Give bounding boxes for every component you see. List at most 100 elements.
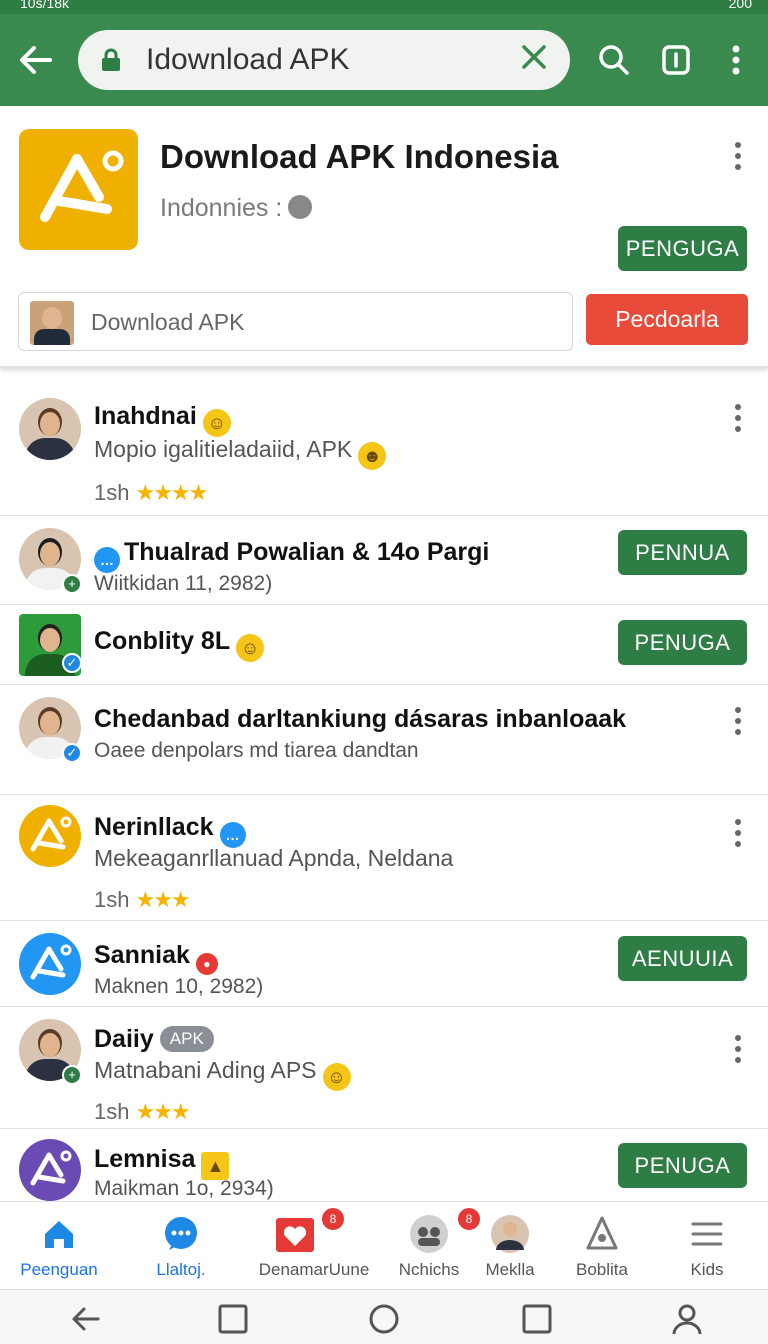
list-item[interactable]: Sanniak ● Maknen 10, 2982) AENUUIA (0, 921, 768, 1007)
item-title: Lemnisa ▲ (94, 1145, 230, 1180)
list-item[interactable]: + … Thualrad Powalian & 14o Pargi Wiitkid… (0, 516, 768, 605)
item-more-button[interactable] (728, 1035, 748, 1069)
app-subtitle-text: Indonnies : (160, 194, 283, 222)
add-badge-icon: + (62, 574, 82, 594)
nav-label: Kids (690, 1260, 724, 1279)
app-title: Download APK Indonesia (160, 138, 559, 175)
lock-icon (102, 48, 120, 71)
item-title: Chedanbad darltankiung dásaras inbanloaa… (94, 705, 627, 733)
app-header-card: Download APK Indonesia Indonnies : PENGU… (0, 106, 768, 368)
item-subtitle: Mekeaganrllanuad Apnda, Neldana (94, 845, 454, 871)
download-button[interactable]: Pecdoarla (586, 294, 748, 345)
item-title: Conblity 8L ☺ (94, 627, 265, 662)
bottom-navigation: Peenguan Llaltoj. 8 DenamarUune 8 Nchich… (0, 1201, 768, 1289)
recents-icon[interactable] (216, 1302, 250, 1336)
laughing-emoji-icon: ☺ (322, 1063, 351, 1091)
smile-emoji-icon: ☺ (202, 409, 231, 437)
notification-badge: 8 (322, 1208, 344, 1230)
search-icon (599, 45, 629, 75)
arrow-left-icon (20, 46, 52, 74)
star-rating-icon: ★★★★ (135, 480, 208, 505)
app-bar: Idownload APK (0, 14, 768, 106)
smile-emoji-icon: ☺ (236, 634, 265, 662)
back-button[interactable] (16, 42, 56, 78)
install-button[interactable]: PENUGA (618, 620, 747, 665)
download-field-text[interactable]: Download APK (91, 309, 244, 336)
item-subtitle: Maikman 1o, 2934) (94, 1177, 274, 1200)
item-rating: 1sh ★★★ (94, 887, 191, 912)
item-subtitle: Oaee denpolars md tiarea dandtan (94, 739, 419, 762)
list-item[interactable]: Lemnisa ▲ Maikman 1o, 2934) PENUGA (0, 1129, 768, 1201)
people-icon (410, 1215, 448, 1253)
item-title: Inahdnai ☺ (94, 402, 231, 437)
nav-item-home[interactable]: Peenguan (4, 1202, 114, 1290)
nav-label: Llaltoj. (156, 1260, 206, 1279)
clear-button[interactable] (520, 42, 548, 78)
install-button[interactable]: PENUGA (618, 1143, 747, 1188)
app-subtitle: Indonnies : (160, 194, 313, 223)
item-more-button[interactable] (728, 404, 748, 438)
more-vert-icon (732, 45, 740, 75)
home-circle-icon[interactable] (367, 1302, 401, 1336)
apple-emoji-icon: ● (195, 953, 218, 975)
nav-label: Meklla (485, 1260, 535, 1279)
app-logo-icon (40, 150, 124, 222)
profile-icon (491, 1215, 529, 1253)
apk-tag: APK (159, 1026, 214, 1052)
nav-label: DenamarUune (258, 1260, 370, 1279)
item-rating: 1sh ★★★ (94, 1099, 191, 1124)
nav-item-profile[interactable]: Meklla (470, 1202, 550, 1290)
chat-icon (165, 1217, 197, 1250)
address-text[interactable]: Idownload APK (146, 44, 349, 76)
nav-item-chat[interactable]: Llaltoj. (126, 1202, 236, 1290)
item-title: Sanniak ● (94, 941, 218, 975)
install-button[interactable]: PENNUA (618, 530, 747, 575)
nav-label: Nchichs (398, 1260, 460, 1279)
status-battery: 200 (728, 0, 752, 11)
nav-item-favorites[interactable]: 8 DenamarUune (252, 1202, 376, 1290)
verified-badge-icon: ✓ (62, 653, 82, 673)
item-subtitle: Mopio igalitieladaiid, APK ☻ (94, 436, 387, 470)
overflow-menu-button[interactable] (722, 42, 750, 78)
app-logo-icon (30, 1150, 72, 1186)
verified-badge-icon: ✓ (62, 743, 82, 763)
nav-item-people[interactable]: 8 Nchichs (384, 1202, 480, 1290)
list-item[interactable]: Inahdnai ☺ Mopio igalitieladaiid, APK ☻ 1s… (0, 376, 768, 516)
header-more-button[interactable] (728, 142, 748, 176)
list-item[interactable]: + Daiiy APK Matnabani Ading APS ☺ 1sh ★★★ (0, 1007, 768, 1129)
install-button[interactable]: AENUUIA (618, 936, 747, 981)
chat-bubble-icon: … (94, 547, 120, 573)
add-badge-icon: + (62, 1065, 82, 1085)
tabs-button[interactable] (658, 42, 694, 78)
search-button[interactable] (596, 42, 632, 78)
user-icon[interactable] (670, 1302, 704, 1336)
item-more-button[interactable] (728, 707, 748, 741)
app-logo-avatar (19, 933, 81, 995)
nav-item-apps[interactable]: Boblita (560, 1202, 644, 1290)
item-more-button[interactable] (728, 819, 748, 853)
nav-item-kids[interactable]: Kids (662, 1202, 752, 1290)
list-item[interactable]: ✓ Chedanbad darltankiung dásaras inbanlo… (0, 685, 768, 795)
app-logo-avatar (19, 1139, 81, 1201)
status-bar: 10s/18k 200 (0, 0, 768, 14)
list-item[interactable]: ✓ Conblity 8L ☺ PENUGA (0, 605, 768, 685)
back-icon[interactable] (68, 1302, 102, 1336)
trophy-emoji-icon: ▲ (201, 1152, 230, 1180)
item-rating: 1sh ★★★★ (94, 480, 208, 505)
heart-icon (276, 1218, 314, 1252)
tabs-icon (662, 45, 690, 75)
close-icon (522, 45, 546, 69)
square-icon[interactable] (520, 1302, 554, 1336)
system-navigation-bar (0, 1289, 768, 1344)
list-item[interactable]: Nerinllack… Mekeaganrllanuad Apnda, Neld… (0, 795, 768, 921)
globe-icon (288, 195, 313, 219)
address-bar[interactable]: Idownload APK (78, 30, 570, 90)
download-field[interactable]: Download APK (18, 292, 573, 351)
thumbnail-image (30, 301, 74, 345)
nav-label: Peenguan (20, 1260, 98, 1279)
item-subtitle: Wiitkidan 11, 2982) (94, 572, 273, 595)
item-subtitle: Matnabani Ading APS ☺ (94, 1057, 351, 1091)
nav-label: Boblita (576, 1260, 628, 1279)
install-button[interactable]: PENGUGA (618, 226, 747, 271)
sunglasses-emoji-icon: ☻ (358, 442, 387, 470)
